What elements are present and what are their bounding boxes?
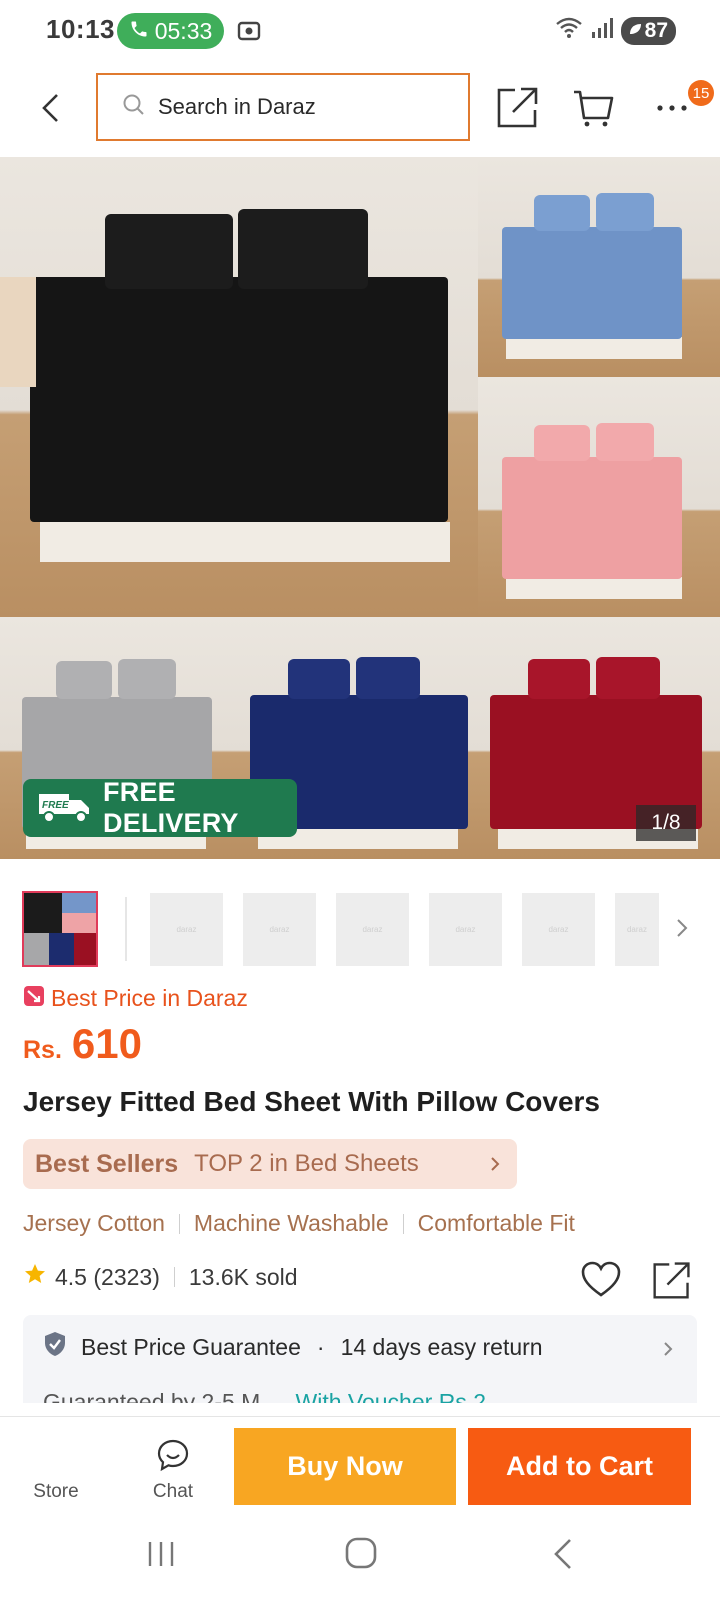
chevron-right-icon <box>677 919 688 937</box>
price-tag-icon <box>23 985 45 1012</box>
share-icon <box>653 1262 690 1299</box>
thumbnail[interactable]: daraz <box>150 893 223 966</box>
cart-icon <box>574 90 614 127</box>
thumbnail[interactable]: daraz <box>336 893 409 966</box>
rating-separator <box>173 1267 175 1287</box>
best-sellers-banner[interactable]: Best Sellers TOP 2 in Bed Sheets <box>23 1139 517 1189</box>
call-timer: 05:33 <box>154 17 213 44</box>
star-icon <box>23 1262 47 1292</box>
thumbnail-selected[interactable] <box>22 891 98 967</box>
easy-return: 14 days easy return <box>340 1333 543 1360</box>
recent-apps-icon <box>148 1542 174 1566</box>
image-counter: 1/8 <box>636 805 696 841</box>
cart-button[interactable] <box>572 86 616 130</box>
product-image-black <box>0 157 478 617</box>
chat-icon <box>156 1438 190 1477</box>
chat-button[interactable]: Chat <box>138 1417 208 1517</box>
price-currency: Rs. <box>23 1036 62 1064</box>
share-button[interactable] <box>495 84 541 130</box>
delivery-guarantee-partial: Guaranteed by 2-5 M... <box>43 1389 280 1403</box>
wifi-icon <box>555 16 583 45</box>
status-time: 10:13 <box>46 14 115 44</box>
battery-indicator: 87 <box>620 16 676 45</box>
product-image-pink <box>478 377 720 617</box>
cart-count-badge: 15 <box>688 80 714 106</box>
home-icon <box>345 1537 377 1569</box>
best-price-label: Best Price in Daraz <box>51 985 248 1011</box>
signal-icon <box>591 16 613 45</box>
share-icon <box>497 87 538 128</box>
thumbnail[interactable]: daraz <box>243 893 316 966</box>
rating-row[interactable]: 4.5 (2323) 13.6K sold <box>23 1262 298 1292</box>
screenshot-icon <box>236 18 262 44</box>
delivery-truck-icon: FREE <box>35 786 95 831</box>
shield-check-icon <box>43 1331 67 1363</box>
free-delivery-label: FREE DELIVERY <box>103 777 239 838</box>
chat-label: Chat <box>152 1481 194 1502</box>
best-price-tag: Best Price in Daraz <box>23 985 248 1012</box>
heart-icon <box>581 1261 621 1297</box>
phone-icon <box>129 18 149 45</box>
status-bar: 10:13 05:33 87 <box>0 0 720 64</box>
chevron-right-icon <box>491 1157 500 1171</box>
feature-tag: Jersey Cotton <box>23 1210 165 1236</box>
service-info-card[interactable]: Best Price Guarantee · 14 days easy retu… <box>23 1315 697 1403</box>
status-icons: 87 <box>555 16 676 45</box>
store-button[interactable]: Store <box>20 1417 92 1517</box>
search-input[interactable]: Search in Daraz <box>96 73 470 141</box>
thumbnail[interactable]: daraz <box>522 893 595 966</box>
chevron-right-icon <box>664 1342 673 1356</box>
guarantee-row: Best Price Guarantee · 14 days easy retu… <box>43 1331 543 1363</box>
feature-tag: Machine Washable <box>193 1210 389 1236</box>
feature-tags: Jersey Cotton Machine Washable Comfortab… <box>23 1210 575 1237</box>
svg-text:FREE: FREE <box>42 800 69 811</box>
thumbnail[interactable]: daraz <box>615 893 659 966</box>
dot-separator: · <box>316 1333 325 1360</box>
feature-tag: Comfortable Fit <box>417 1210 575 1236</box>
bottom-action-bar: Store Chat Buy Now Add to Cart <box>0 1416 720 1516</box>
best-sellers-brand: Best Sellers <box>35 1149 179 1178</box>
rating-value: 4.5 (2323) <box>55 1263 160 1290</box>
back-icon <box>554 1539 571 1569</box>
free-delivery-badge: FREE FREE DELIVERY <box>23 777 297 838</box>
thumbnail[interactable]: daraz <box>429 893 502 966</box>
sold-count: 13.6K sold <box>188 1263 298 1290</box>
feature-separator <box>402 1213 404 1234</box>
thumbnail-divider <box>125 897 127 961</box>
thumbnail-strip: daraz daraz daraz daraz daraz daraz <box>22 891 702 967</box>
voucher-partial: With Voucher Rs.2... <box>295 1389 506 1403</box>
search-icon <box>122 93 146 122</box>
product-title: Jersey Fitted Bed Sheet With Pillow Cove… <box>23 1086 601 1117</box>
store-label: Store <box>33 1481 79 1502</box>
delivery-row-partial: Guaranteed by 2-5 M... With Voucher Rs.2… <box>43 1389 505 1403</box>
buy-now-button[interactable]: Buy Now <box>234 1428 456 1505</box>
best-sellers-rank: TOP 2 in Bed Sheets <box>194 1150 419 1177</box>
add-to-cart-button[interactable]: Add to Cart <box>468 1428 691 1505</box>
recent-apps-button[interactable] <box>146 1538 176 1570</box>
best-price-guarantee: Best Price Guarantee <box>81 1333 301 1360</box>
home-button[interactable] <box>344 1536 378 1570</box>
price-value: 610 <box>71 1020 142 1067</box>
feature-separator <box>178 1213 180 1234</box>
product-price: Rs. 610 <box>23 1020 142 1068</box>
back-button[interactable] <box>30 84 70 132</box>
top-header: Search in Daraz 15 <box>0 64 720 154</box>
system-nav-bar <box>0 1516 720 1600</box>
thumbnail-next-button[interactable] <box>667 913 697 943</box>
share-product-button[interactable] <box>651 1259 693 1301</box>
chevron-left-icon <box>42 94 58 122</box>
product-image-blue <box>478 157 720 377</box>
battery-level: 87 <box>644 18 668 42</box>
search-placeholder: Search in Daraz <box>158 94 316 119</box>
battery-saver-icon <box>627 19 643 43</box>
call-indicator[interactable]: 05:33 <box>117 13 224 49</box>
wishlist-button[interactable] <box>580 1259 622 1301</box>
system-back-button[interactable] <box>550 1536 576 1572</box>
product-image-gallery[interactable]: FREE FREE DELIVERY 1/8 <box>0 157 720 859</box>
